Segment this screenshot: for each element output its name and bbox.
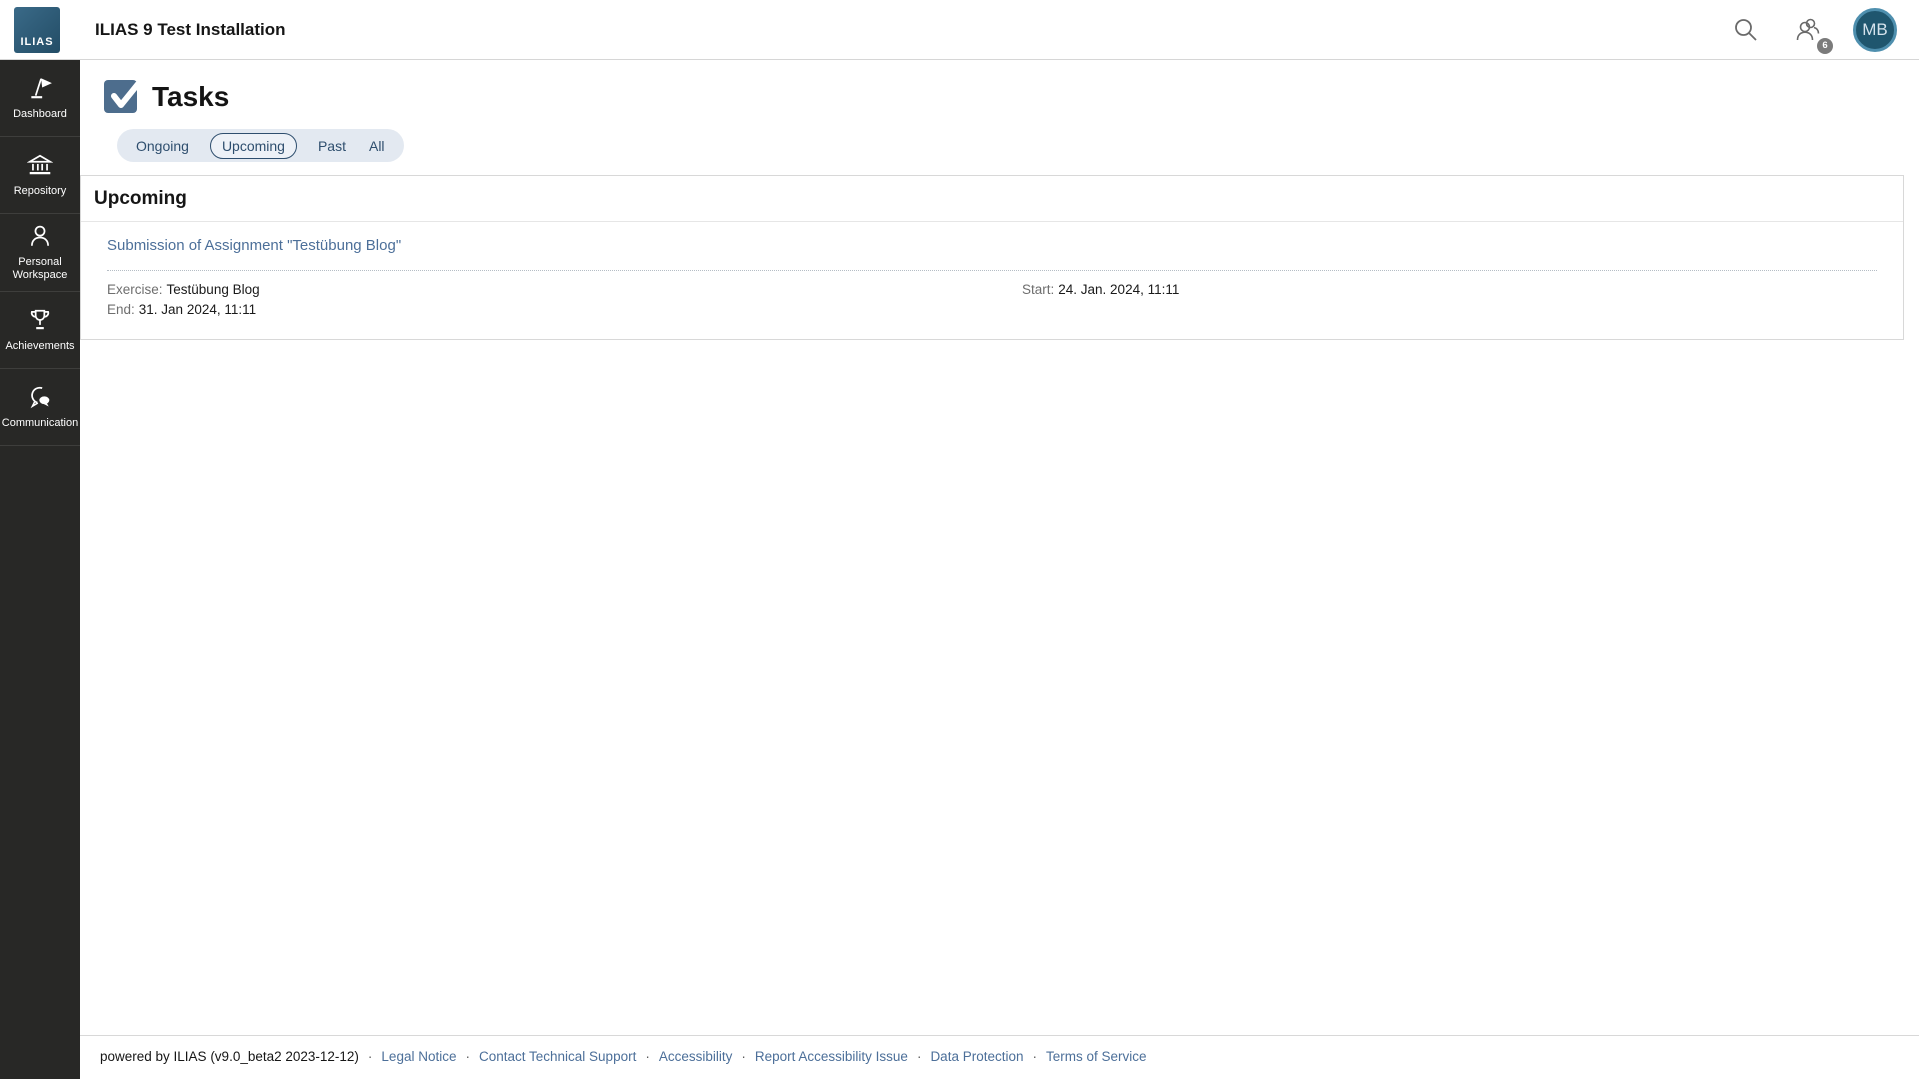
- online-count-badge: 6: [1817, 37, 1833, 54]
- view-controls: Ongoing Upcoming Past All: [117, 129, 404, 162]
- sidebar-item-label: Achievements: [5, 340, 75, 353]
- dotted-divider: [107, 270, 1877, 271]
- sidebar-item-label: Dashboard: [13, 107, 67, 120]
- installation-title: ILIAS 9 Test Installation: [95, 19, 286, 39]
- powered-by-text: powered by ILIAS (v9.0_beta2 2023-12-12): [100, 1049, 359, 1064]
- footer-separator: ·: [1032, 1049, 1038, 1064]
- footer-link-accessibility[interactable]: Accessibility: [659, 1049, 733, 1064]
- main-sidebar: Dashboard Repository Personal Workspace …: [0, 60, 80, 1079]
- personal-workspace-icon: [31, 225, 49, 246]
- tab-ongoing[interactable]: Ongoing: [134, 134, 191, 158]
- sidebar-item-achievements[interactable]: Achievements: [0, 292, 80, 370]
- tasks-icon: [104, 80, 141, 113]
- property-end: End: 31. Jan 2024, 11:11: [107, 302, 257, 317]
- sidebar-item-label: Personal Workspace: [12, 256, 68, 282]
- avatar[interactable]: MB: [1853, 7, 1897, 52]
- tab-past[interactable]: Past: [316, 134, 348, 158]
- upcoming-panel: Upcoming Submission of Assignment "Testü…: [80, 175, 1904, 340]
- property-start: Start: 24. Jan. 2024, 11:11: [1022, 282, 1180, 297]
- dashboard-icon: [31, 78, 52, 99]
- communication-icon: [30, 387, 50, 409]
- avatar-initials: MB: [1862, 19, 1888, 39]
- ilias-logo[interactable]: ILIAS: [14, 6, 60, 53]
- task-list-item: Submission of Assignment "Testübung Blog…: [81, 222, 1903, 339]
- task-link[interactable]: Submission of Assignment "Testübung Blog…: [107, 237, 401, 254]
- footer-link-report-accessibility-issue[interactable]: Report Accessibility Issue: [755, 1049, 908, 1064]
- panel-title: Upcoming: [81, 176, 1903, 222]
- top-bar: ILIAS ILIAS 9 Test Installation 6 MB: [0, 0, 1919, 60]
- sidebar-item-personal-workspace[interactable]: Personal Workspace: [0, 214, 80, 293]
- task-properties: Exercise: Testübung Blog End: 31. Jan 2024…: [107, 281, 1877, 321]
- achievements-icon: [30, 310, 50, 330]
- tab-upcoming[interactable]: Upcoming: [209, 132, 297, 159]
- footer-link-contact-technical-support[interactable]: Contact Technical Support: [479, 1049, 636, 1064]
- property-exercise: Exercise: Testübung Blog: [107, 282, 260, 297]
- topbar-actions: 6 MB: [1729, 7, 1897, 54]
- sidebar-item-label: Communication: [1, 417, 79, 430]
- footer-separator: ·: [916, 1049, 922, 1064]
- page-header: Tasks Ongoing Upcoming Past All: [80, 60, 1919, 162]
- sidebar-item-repository[interactable]: Repository: [0, 137, 80, 214]
- page-footer: powered by ILIAS (v9.0_beta2 2023-12-12)…: [80, 1035, 1919, 1079]
- repository-icon: [27, 154, 53, 175]
- footer-link-legal-notice[interactable]: Legal Notice: [381, 1049, 456, 1064]
- footer-separator: ·: [741, 1049, 746, 1064]
- who-is-online-button[interactable]: 6: [1791, 13, 1833, 54]
- search-icon: [1735, 18, 1757, 41]
- footer-separator: ·: [465, 1049, 470, 1064]
- footer-separator: ·: [645, 1049, 650, 1064]
- sidebar-item-communication[interactable]: Communication: [0, 369, 80, 447]
- search-button[interactable]: [1729, 13, 1763, 47]
- tab-all[interactable]: All: [367, 134, 387, 158]
- main-content: Tasks Ongoing Upcoming Past All Upcoming…: [80, 60, 1919, 1079]
- page-title: Tasks: [152, 80, 230, 112]
- sidebar-item-label: Repository: [13, 184, 67, 197]
- sidebar-item-dashboard[interactable]: Dashboard: [0, 60, 80, 137]
- footer-separator: ·: [367, 1049, 373, 1064]
- footer-link-data-protection[interactable]: Data Protection: [930, 1049, 1023, 1064]
- footer-link-terms-of-service[interactable]: Terms of Service: [1046, 1049, 1147, 1064]
- ilias-logo-text: ILIAS: [20, 35, 54, 48]
